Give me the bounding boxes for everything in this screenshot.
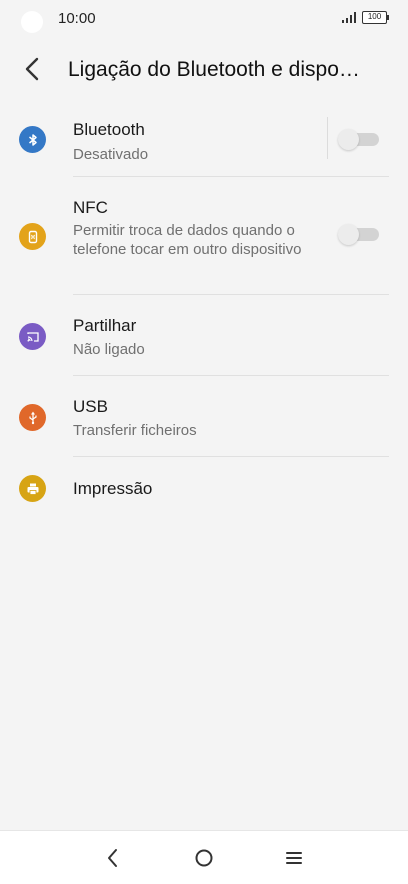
status-time: 10:00: [58, 10, 96, 27]
status-bar: 10:00 100: [0, 0, 408, 40]
item-subtitle: Transferir ficheiros: [73, 422, 197, 439]
nav-home-icon[interactable]: [191, 845, 217, 871]
list-item-bluetooth[interactable]: Bluetooth Desativado: [0, 100, 408, 177]
toggle-thumb: [338, 224, 359, 245]
nav-menu-icon[interactable]: [281, 845, 307, 871]
item-label: NFC: [73, 198, 108, 217]
item-subtitle: Desativado: [73, 146, 149, 163]
vertical-separator: [327, 117, 328, 159]
item-label: USB: [73, 397, 108, 416]
toggle-thumb: [338, 129, 359, 150]
nav-back-icon[interactable]: [100, 845, 126, 871]
item-subtitle: Não ligado: [73, 341, 145, 358]
back-arrow-icon[interactable]: [20, 56, 46, 82]
list-item-nfc-row[interactable]: NFC Permitir troca de dados quando o tel…: [0, 177, 408, 295]
list-item-impressao[interactable]: Impressão: [0, 457, 408, 519]
usb-icon: [19, 404, 46, 431]
cast-icon: [19, 323, 46, 350]
navigation-bar: [0, 830, 408, 884]
camera-cutout: [21, 11, 43, 33]
settings-list: Bluetooth Desativado: [0, 100, 408, 177]
battery-icon: 100: [362, 11, 387, 24]
item-label: Bluetooth: [73, 120, 145, 139]
nfc-toggle[interactable]: [338, 223, 379, 245]
list-item-partilhar[interactable]: Partilhar Não ligado: [0, 295, 408, 376]
item-subtitle: Permitir troca de dados quando o telefon…: [73, 222, 302, 258]
screen: 10:00 100 Ligação do Bluetooth e dispo… …: [0, 0, 408, 884]
item-label: Impressão: [73, 479, 153, 498]
battery-tip: [387, 15, 389, 20]
nfc-icon: [19, 223, 46, 250]
bluetooth-icon: [19, 126, 46, 153]
app-header: Ligação do Bluetooth e dispo…: [0, 46, 408, 94]
printer-icon: [19, 475, 46, 502]
item-label: Partilhar: [73, 316, 137, 335]
page-title: Ligação do Bluetooth e dispo…: [68, 58, 360, 81]
list-item-usb[interactable]: USB Transferir ficheiros: [0, 376, 408, 457]
bluetooth-toggle[interactable]: [338, 128, 379, 150]
signal-icon: [342, 12, 356, 23]
